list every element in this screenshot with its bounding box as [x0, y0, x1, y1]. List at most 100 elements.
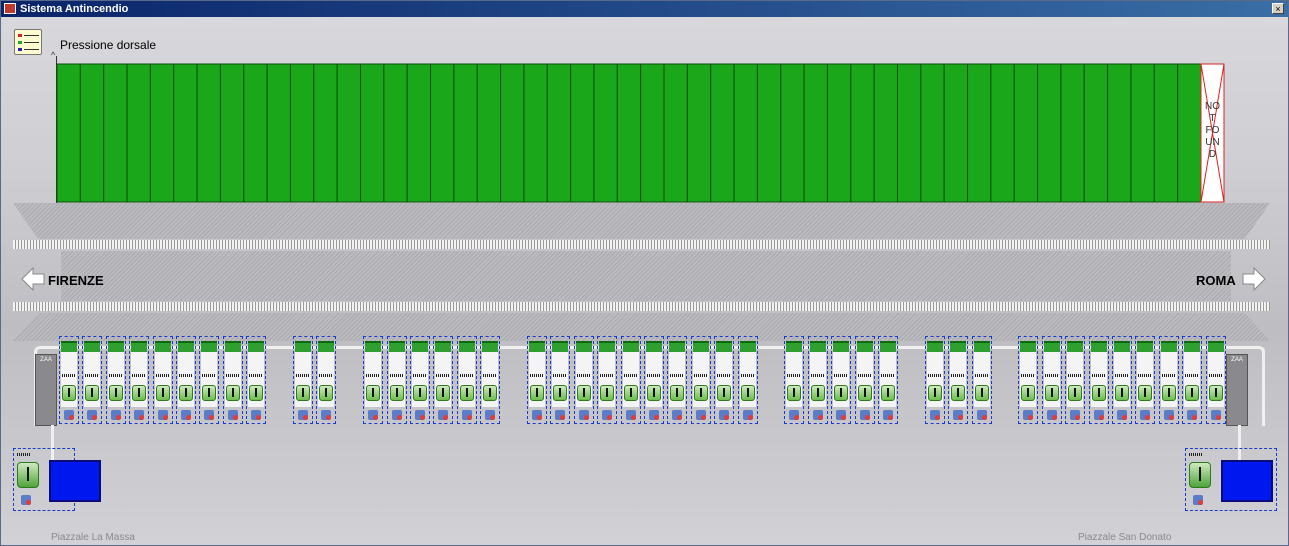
- pressure-bar[interactable]: [453, 63, 478, 203]
- pressure-bar[interactable]: [173, 63, 198, 203]
- valve-icon[interactable]: [155, 385, 170, 401]
- valve-icon[interactable]: [1044, 385, 1059, 401]
- valve-icon[interactable]: [1138, 385, 1153, 401]
- hydrant-unit[interactable]: [480, 336, 501, 424]
- pressure-bar[interactable]: [780, 63, 805, 203]
- valve-icon[interactable]: [810, 385, 825, 401]
- hydrant-unit[interactable]: [1158, 336, 1179, 424]
- pressure-bar[interactable]: [1177, 63, 1202, 203]
- pressure-bar[interactable]: [149, 63, 175, 203]
- valve-icon[interactable]: [693, 385, 708, 401]
- pressure-bar[interactable]: [873, 63, 898, 203]
- hydrant-unit[interactable]: [971, 336, 992, 424]
- hydrant-unit[interactable]: [1135, 336, 1156, 424]
- valve-icon[interactable]: [717, 385, 732, 401]
- pressure-bar[interactable]: [126, 63, 151, 203]
- valve-icon[interactable]: [670, 385, 685, 401]
- hydrant-unit[interactable]: [433, 336, 454, 424]
- pump-valve-icon[interactable]: [1189, 462, 1211, 488]
- hydrant-unit[interactable]: [316, 336, 337, 424]
- pressure-bar[interactable]: [476, 63, 502, 203]
- pressure-bar[interactable]: [640, 63, 665, 203]
- hydrant-unit[interactable]: [550, 336, 571, 424]
- pressure-bar[interactable]: [500, 63, 525, 203]
- pressure-bar[interactable]: [1037, 63, 1062, 203]
- valve-icon[interactable]: [1115, 385, 1129, 401]
- valve-icon[interactable]: [436, 385, 451, 401]
- hydrant-unit[interactable]: [293, 336, 313, 424]
- valve-icon[interactable]: [413, 385, 427, 401]
- pressure-bar[interactable]: [756, 63, 782, 203]
- hydrant-unit[interactable]: [410, 336, 430, 424]
- pressure-bar[interactable]: [103, 63, 128, 203]
- valve-icon[interactable]: [132, 385, 147, 401]
- pressure-bar[interactable]: [593, 63, 618, 203]
- pressure-bar[interactable]: [896, 63, 922, 203]
- pressure-bar[interactable]: [546, 63, 572, 203]
- hydrant-unit[interactable]: [807, 336, 828, 424]
- pressure-bar[interactable]: [406, 63, 432, 203]
- valve-icon[interactable]: [459, 385, 474, 401]
- pressure-bar[interactable]: [1060, 63, 1085, 203]
- pressure-bar[interactable]: [733, 63, 758, 203]
- valve-icon[interactable]: [202, 385, 217, 401]
- hydrant-unit[interactable]: [1182, 336, 1203, 424]
- valve-icon[interactable]: [881, 385, 895, 401]
- pump-valve-icon[interactable]: [17, 462, 39, 488]
- valve-icon[interactable]: [108, 385, 123, 401]
- pressure-bar[interactable]: [1130, 63, 1155, 203]
- hydrant-unit[interactable]: [690, 336, 711, 424]
- hydrant-unit[interactable]: [1065, 336, 1086, 424]
- hydrant-unit[interactable]: [246, 336, 267, 424]
- valve-icon[interactable]: [366, 385, 381, 401]
- pressure-bar[interactable]: [196, 63, 221, 203]
- pressure-bar[interactable]: [1107, 63, 1132, 203]
- water-tank-left[interactable]: [49, 460, 101, 502]
- valve-icon[interactable]: [1185, 385, 1200, 401]
- pressure-bar[interactable]: [663, 63, 688, 203]
- hydrant-unit[interactable]: [573, 336, 594, 424]
- arrow-left-icon[interactable]: [21, 267, 45, 291]
- hydrant-unit[interactable]: [1112, 336, 1132, 424]
- valve-icon[interactable]: [927, 385, 942, 401]
- hydrant-unit[interactable]: [714, 336, 735, 424]
- pressure-bar[interactable]: [336, 63, 362, 203]
- pressure-bar[interactable]: [1083, 63, 1109, 203]
- hydrant-unit[interactable]: [924, 336, 945, 424]
- pressure-bar[interactable]: [850, 63, 875, 203]
- valve-icon[interactable]: [576, 385, 591, 401]
- pressure-bar[interactable]: [383, 63, 408, 203]
- hydrant-unit[interactable]: [948, 336, 969, 424]
- pressure-bar[interactable]: [266, 63, 291, 203]
- pressure-bar[interactable]: [826, 63, 852, 203]
- valve-icon[interactable]: [834, 385, 849, 401]
- valve-icon[interactable]: [1068, 385, 1083, 401]
- valve-icon[interactable]: [553, 385, 568, 401]
- valve-icon[interactable]: [179, 385, 193, 401]
- valve-icon[interactable]: [647, 385, 661, 401]
- hydrant-unit[interactable]: [784, 336, 805, 424]
- hydrant-unit[interactable]: [878, 336, 898, 424]
- pressure-bar[interactable]: [570, 63, 595, 203]
- valve-icon[interactable]: [951, 385, 966, 401]
- pressure-bar[interactable]: [616, 63, 642, 203]
- hydrant-unit[interactable]: [199, 336, 220, 424]
- pressure-bar[interactable]: [79, 63, 105, 203]
- valve-icon[interactable]: [974, 385, 989, 401]
- pressure-bar[interactable]: [289, 63, 315, 203]
- valve-icon[interactable]: [389, 385, 404, 401]
- valve-icon[interactable]: [740, 385, 755, 401]
- hydrant-unit[interactable]: [1018, 336, 1039, 424]
- hydrant-unit[interactable]: [1205, 336, 1226, 424]
- pressure-bar[interactable]: [430, 63, 455, 203]
- hydrant-unit[interactable]: [363, 336, 384, 424]
- hydrant-unit[interactable]: [597, 336, 618, 424]
- valve-icon[interactable]: [249, 385, 264, 401]
- hydrant-unit[interactable]: [737, 336, 758, 424]
- hydrant-unit[interactable]: [222, 336, 243, 424]
- hydrant-unit[interactable]: [105, 336, 126, 424]
- hydrant-unit[interactable]: [854, 336, 875, 424]
- hydrant-unit[interactable]: [176, 336, 196, 424]
- pressure-bar[interactable]: [943, 63, 969, 203]
- hydrant-unit[interactable]: [831, 336, 852, 424]
